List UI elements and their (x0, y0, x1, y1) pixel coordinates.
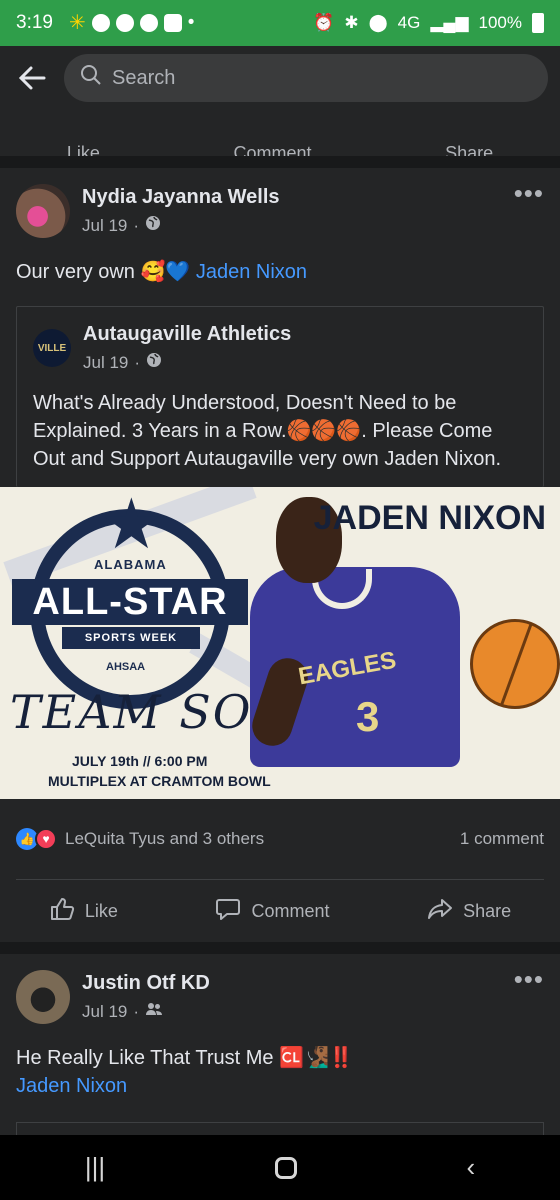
comment-button[interactable]: Comment (233, 143, 311, 156)
status-right: ⏰ ✱ ⬤ 4G ▂▄▆ 100% (313, 13, 544, 33)
shared-post-text: What's Already Understood, Doesn't Need … (33, 392, 502, 470)
news-feed: Like Comment Share Nydia Jayanna Wells J… (0, 110, 560, 1135)
post-author[interactable]: Justin Otf KD (82, 972, 514, 995)
comment-label: Comment (251, 900, 330, 921)
jersey-number: 3 (356, 693, 380, 740)
logo-week: SPORTS WEEK (62, 627, 200, 649)
post-header: Justin Otf KD Jul 19 · ••• (0, 954, 560, 1024)
alarm-icon: ⏰ (313, 13, 335, 32)
more-notifications-dot-icon: • (187, 12, 195, 33)
event-venue: MULTIPLEX AT CRAMTOM BOWL (48, 773, 271, 789)
post-actions: Like Comment Share (0, 880, 560, 942)
player-photo: EAGLES 3 (240, 497, 560, 799)
post-image[interactable]: ★ ALABAMA ALL-STAR SPORTS WEEK AHSAA TEA… (0, 487, 560, 799)
page-avatar[interactable]: VILLE (33, 329, 71, 367)
post-text-prefix: Our very own (16, 261, 135, 283)
comment-icon (215, 896, 241, 927)
love-reaction-icon: ♥ (35, 828, 57, 850)
post-text-body: He Really Like That Trust Me (16, 1047, 274, 1069)
battery-icon (532, 13, 544, 33)
like-button[interactable]: Like (49, 896, 118, 927)
messenger-icon (91, 14, 110, 32)
like-button[interactable]: Like (67, 143, 100, 156)
network-label: 4G (397, 13, 421, 32)
back-arrow-icon[interactable] (12, 58, 52, 98)
system-nav-bar: ||| ‹ (0, 1135, 560, 1200)
logo-org: AHSAA (106, 661, 146, 673)
player-name: JADEN NIXON (313, 499, 546, 537)
recent-apps-icon[interactable]: ||| (85, 1152, 105, 1183)
separator-dot: · (133, 1001, 140, 1021)
like-label: Like (84, 900, 118, 921)
thumbs-up-icon (49, 896, 75, 927)
star-icon: ★ (100, 487, 163, 563)
post-meta: Justin Otf KD Jul 19 · (82, 972, 514, 1022)
post-date[interactable]: Jul 19 (82, 216, 127, 236)
avatar[interactable] (16, 184, 70, 238)
notification-icons: ✳ • (69, 12, 194, 34)
post-emojis: 🆑🧏🏾‍♂️‼️ (279, 1047, 354, 1069)
feed-post: Justin Otf KD Jul 19 · ••• He Really Lik… (0, 954, 560, 1135)
comment-count[interactable]: 1 comment (460, 829, 544, 849)
messenger-icon (115, 14, 134, 32)
post-author[interactable]: Nydia Jayanna Wells (82, 186, 514, 209)
post-emojis: 🥰💙 (140, 261, 191, 283)
more-options-icon[interactable]: ••• (514, 964, 544, 995)
search-icon (80, 64, 102, 92)
shared-post-header: VILLE Autaugaville Athletics Jul 19 · (17, 307, 543, 389)
globe-icon (146, 352, 162, 373)
separator-dot: · (133, 215, 140, 235)
globe-icon (145, 215, 161, 236)
shared-post-date[interactable]: Jul 19 (83, 353, 128, 373)
app-notification-icon (163, 14, 182, 32)
share-button[interactable]: Share (427, 896, 511, 927)
messenger-icon (139, 14, 158, 32)
more-options-icon[interactable]: ••• (514, 178, 544, 209)
share-icon (427, 896, 453, 927)
bluetooth-icon: ✱ (344, 13, 359, 32)
share-label: Share (463, 900, 512, 921)
battery-percent: 100% (478, 13, 522, 32)
shared-post-author[interactable]: Autaugaville Athletics (83, 323, 527, 346)
home-icon[interactable] (274, 1156, 297, 1179)
status-time: 3:19 (16, 12, 53, 33)
mention-link[interactable]: Jaden Nixon (16, 1075, 127, 1097)
back-icon[interactable]: ‹ (466, 1152, 475, 1183)
top-bar (0, 46, 560, 110)
post-text: Our very own 🥰💙 Jaden Nixon (0, 238, 560, 298)
friends-icon (145, 1001, 163, 1022)
search-input[interactable] (112, 66, 532, 90)
logo-banner: ALL-STAR (12, 579, 248, 625)
signal-icon: ▂▄▆ (430, 13, 469, 32)
comment-button[interactable]: Comment (215, 896, 330, 927)
mention-link[interactable]: Jaden Nixon (196, 261, 307, 283)
shared-post[interactable] (16, 1122, 544, 1135)
shared-post-date-row: Jul 19 · (83, 352, 527, 373)
post-date-row: Jul 19 · (82, 1001, 514, 1022)
shared-post[interactable]: VILLE Autaugaville Athletics Jul 19 · Wh… (16, 306, 544, 487)
search-bar[interactable] (64, 54, 548, 102)
separator-dot: · (134, 352, 141, 372)
post-header: Nydia Jayanna Wells Jul 19 · ••• (0, 168, 560, 238)
shared-post-meta: Autaugaville Athletics Jul 19 · (83, 323, 527, 373)
post-text: He Really Like That Trust Me 🆑🧏🏾‍♂️‼️ Ja… (0, 1024, 560, 1112)
share-button[interactable]: Share (445, 143, 493, 156)
avatar[interactable] (16, 970, 70, 1024)
event-date: JULY 19th // 6:00 PM (72, 753, 208, 769)
location-icon: ⬤ (368, 13, 388, 32)
status-bar: 3:19 ✳ • ⏰ ✱ ⬤ 4G ▂▄▆ 100% (0, 0, 560, 46)
logo-state: ALABAMA (94, 557, 167, 572)
reactions-summary[interactable]: LeQuita Tyus and 3 others (65, 829, 264, 849)
post-meta: Nydia Jayanna Wells Jul 19 · (82, 186, 514, 236)
reactions-bar[interactable]: 👍 ♥ LeQuita Tyus and 3 others 1 comment (0, 799, 560, 879)
feed-post: Nydia Jayanna Wells Jul 19 · ••• Our ver… (0, 168, 560, 942)
post-date[interactable]: Jul 19 (82, 1002, 127, 1022)
previous-post-actions: Like Comment Share (0, 110, 560, 156)
post-date-row: Jul 19 · (82, 215, 514, 236)
walmart-spark-icon: ✳ (68, 12, 86, 34)
